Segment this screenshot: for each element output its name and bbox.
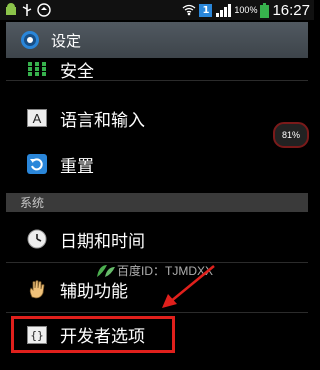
status-bar: 1 100% 16:27 [0, 0, 314, 20]
clock-icon [26, 228, 48, 250]
list-item-label: 安全 [60, 61, 94, 82]
battery-icon [260, 2, 270, 18]
list-item-label: 语言和输入 [60, 110, 145, 131]
list-item-security[interactable]: 安全 [6, 58, 308, 82]
security-grid-icon [26, 58, 48, 80]
keyboard-a-icon: A [26, 107, 48, 129]
leaf-icon [97, 264, 115, 277]
sync-icon [37, 3, 51, 17]
title-bar: 设定 [6, 22, 308, 58]
hand-icon [26, 278, 48, 300]
clock-time: 16:27 [272, 1, 310, 19]
android-icon [5, 3, 17, 17]
highlight-box [11, 316, 175, 353]
settings-screen: 1 100% 16:27 设定 安全 A 语言和输入 重置 系统 日期和时间 辅… [0, 0, 314, 370]
notification-count-badge: 1 [199, 3, 213, 17]
list-item-reset[interactable]: 重置 [6, 142, 308, 186]
page-title: 设定 [51, 31, 82, 50]
list-item-label: 日期和时间 [60, 231, 145, 252]
list-item-language-input[interactable]: A 语言和输入 [6, 96, 308, 140]
section-title: 系统 [20, 196, 45, 210]
battery-percent: 100% [234, 5, 258, 15]
wifi-icon [182, 4, 196, 16]
reset-icon [26, 153, 48, 175]
arrow-icon [162, 265, 215, 308]
section-header-system: 系统 [6, 193, 308, 212]
signal-icon [215, 3, 232, 17]
settings-gear-icon [19, 29, 41, 51]
list-item-label: 重置 [60, 156, 94, 177]
usb-icon [22, 3, 32, 17]
svg-text:A: A [33, 111, 42, 126]
list-item-date-time[interactable]: 日期和时间 [6, 216, 308, 263]
list-item-label: 辅助功能 [60, 281, 128, 302]
memory-usage-badge[interactable]: 81% [273, 122, 309, 148]
